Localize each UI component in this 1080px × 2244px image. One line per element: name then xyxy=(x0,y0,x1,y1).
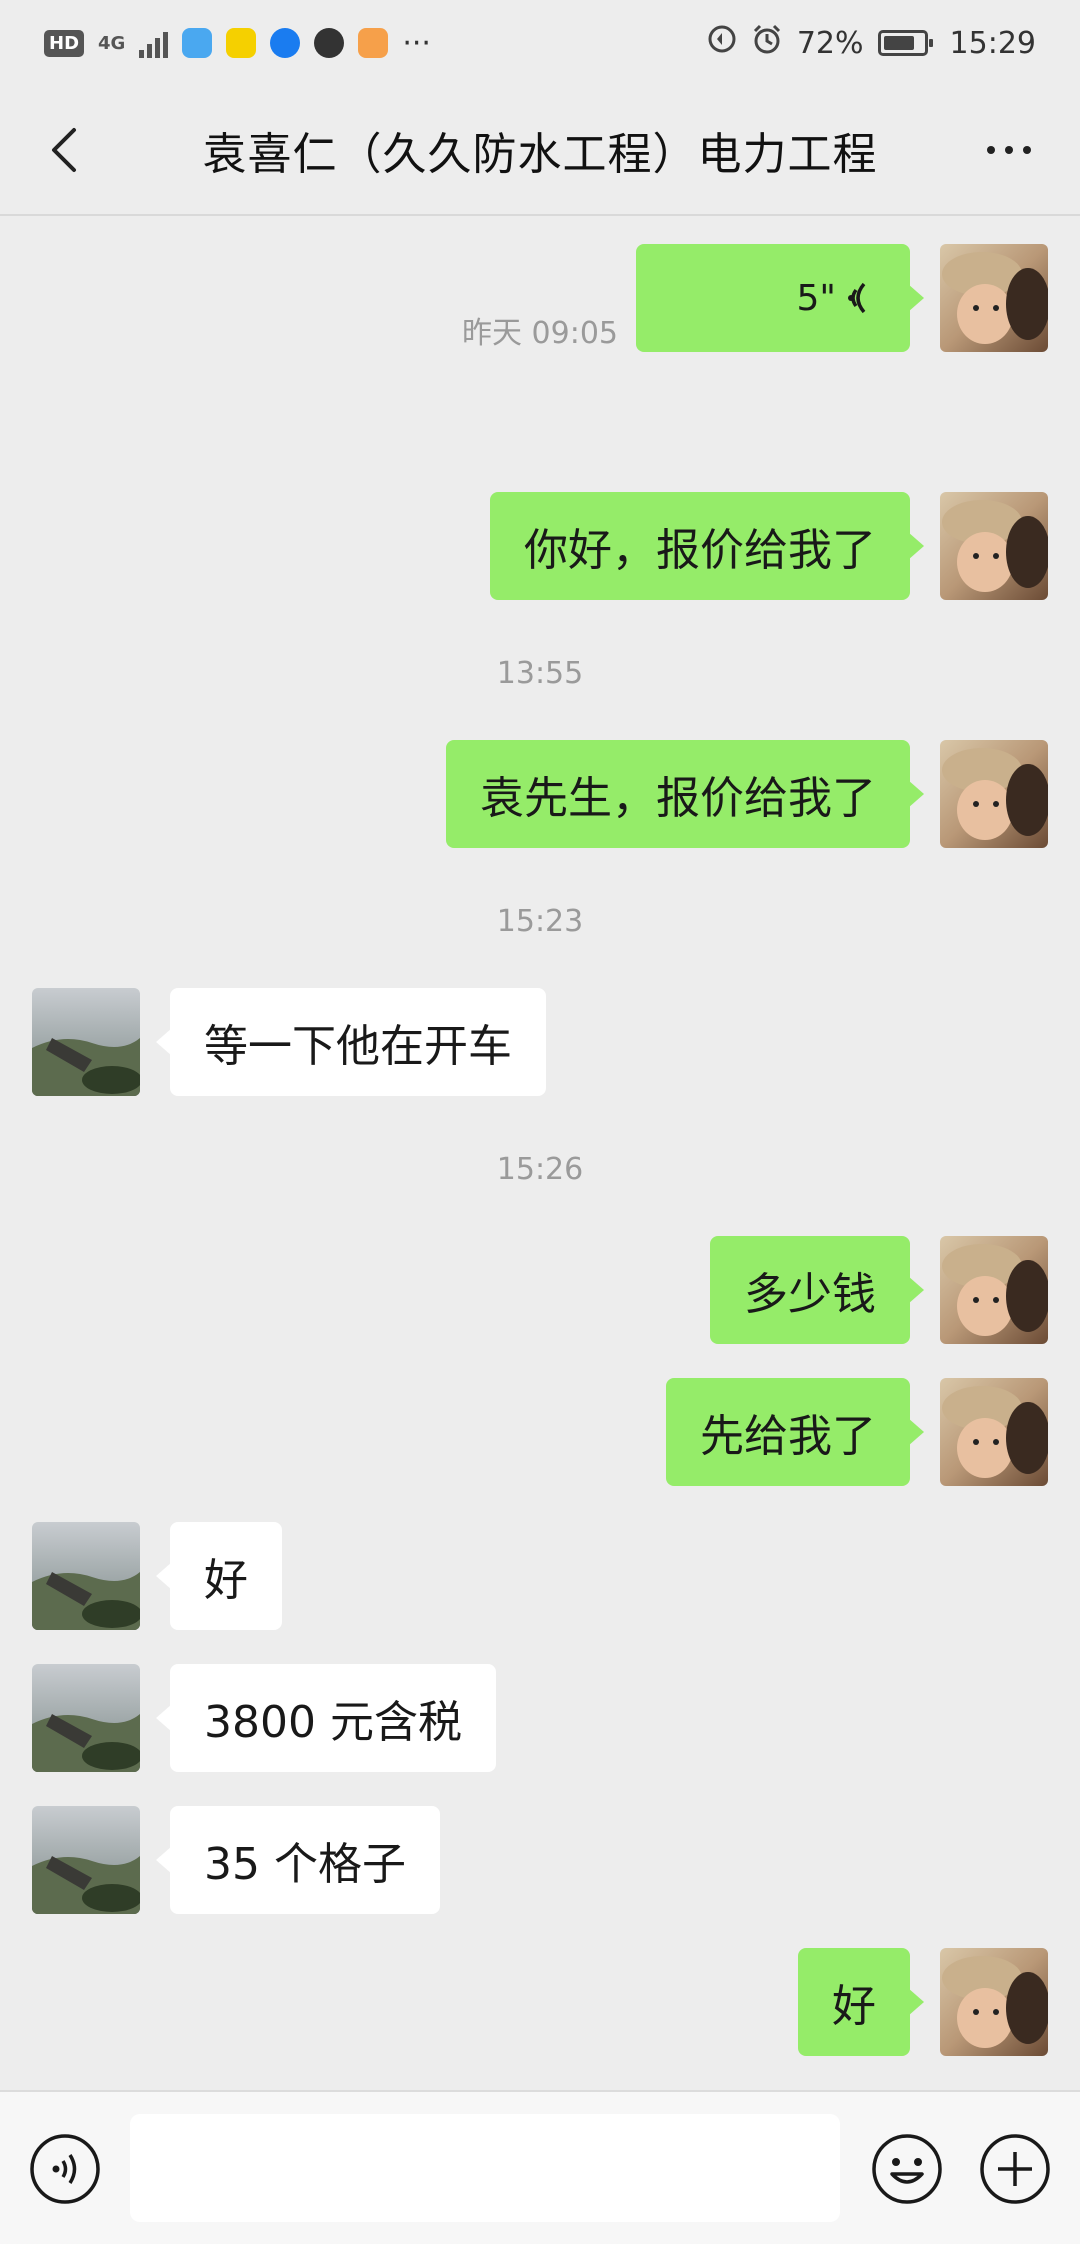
avatar-me[interactable] xyxy=(940,1236,1048,1344)
message-bubble[interactable]: 先给我了 xyxy=(666,1378,924,1486)
message-bubble[interactable]: 35 个格子 xyxy=(156,1806,440,1914)
status-right: 72% 15:29 xyxy=(707,23,1036,63)
battery-percent: 72% xyxy=(796,25,864,61)
emoji-icon xyxy=(872,2134,942,2204)
avatar-contact[interactable] xyxy=(32,1522,140,1630)
app-notification-icon-2 xyxy=(226,28,257,58)
voice-input-icon xyxy=(30,2134,100,2204)
signal-icon xyxy=(139,28,169,58)
message-row: 好 xyxy=(0,1522,1080,1630)
chat-header: 袁喜仁（久久防水工程）电力工程 xyxy=(0,86,1080,216)
status-bar: HD 4G ··· 72% 15:29 xyxy=(0,0,1080,86)
avatar-me[interactable] xyxy=(940,1948,1048,2056)
avatar-me[interactable] xyxy=(940,492,1048,600)
message-row: 35 个格子 xyxy=(0,1806,1080,1914)
avatar-contact[interactable] xyxy=(32,1806,140,1914)
message-row: 袁先生，报价给我了 xyxy=(0,740,1080,848)
chat-title: 袁喜仁（久久防水工程）电力工程 xyxy=(202,129,878,180)
message-row: 先给我了 xyxy=(0,1378,1080,1486)
timestamp: 昨天 09:05 xyxy=(462,316,618,351)
message-input[interactable] xyxy=(130,2114,840,2222)
avatar-contact[interactable] xyxy=(32,1664,140,1772)
message-bubble[interactable]: 3800 元含税 xyxy=(156,1664,496,1772)
avatar-contact[interactable] xyxy=(32,988,140,1096)
message-bubble[interactable]: 等一下他在开车 xyxy=(156,988,546,1096)
app-notification-icon-3 xyxy=(270,28,301,58)
alarm-icon xyxy=(751,23,783,63)
more-dot-icon xyxy=(1005,146,1013,154)
more-dot-icon xyxy=(987,146,995,154)
input-bar xyxy=(0,2090,1080,2244)
app-notification-icon-1 xyxy=(182,28,213,58)
avatar-me[interactable] xyxy=(940,740,1048,848)
plus-icon xyxy=(980,2134,1050,2204)
timestamp: 15:26 xyxy=(496,1152,584,1187)
message-row: 你好，报价给我了 xyxy=(0,492,1080,600)
battery-icon xyxy=(877,30,933,56)
message-row: 好 xyxy=(0,1948,1080,2056)
more-options-button[interactable] xyxy=(974,122,1044,178)
hd-badge: HD xyxy=(44,29,85,57)
timestamp: 15:23 xyxy=(496,904,584,939)
avatar-me[interactable] xyxy=(940,1378,1048,1486)
voice-input-button[interactable] xyxy=(28,2132,102,2206)
message-bubble[interactable]: 袁先生，报价给我了 xyxy=(446,740,924,848)
more-dot-icon xyxy=(1023,146,1031,154)
chat-messages[interactable]: 5" 昨天 09:05 你好，报价给我了 13:55 袁先生，报价给我了 15:… xyxy=(0,216,1080,2090)
message-row: 等一下他在开车 xyxy=(0,988,1080,1096)
message-row: 多少钱 xyxy=(0,1236,1080,1344)
message-bubble[interactable]: 多少钱 xyxy=(710,1236,924,1344)
chevron-left-icon xyxy=(52,128,76,172)
status-time: 15:29 xyxy=(949,25,1036,61)
message-row: 3800 元含税 xyxy=(0,1664,1080,1772)
data-saver-icon xyxy=(707,24,737,62)
emoji-button[interactable] xyxy=(870,2132,944,2206)
message-bubble[interactable]: 好 xyxy=(156,1522,282,1630)
timestamp: 13:55 xyxy=(496,656,584,691)
app-notification-icon-4 xyxy=(314,28,345,58)
back-button[interactable] xyxy=(36,122,92,178)
more-functions-button[interactable] xyxy=(978,2132,1052,2206)
app-notification-icon-5 xyxy=(358,28,389,58)
more-notifications-icon: ··· xyxy=(402,25,431,61)
status-left: HD 4G ··· xyxy=(44,26,431,61)
network-type-label: 4G xyxy=(98,32,126,54)
message-bubble[interactable]: 好 xyxy=(798,1948,924,2056)
message-bubble[interactable]: 你好，报价给我了 xyxy=(490,492,924,600)
